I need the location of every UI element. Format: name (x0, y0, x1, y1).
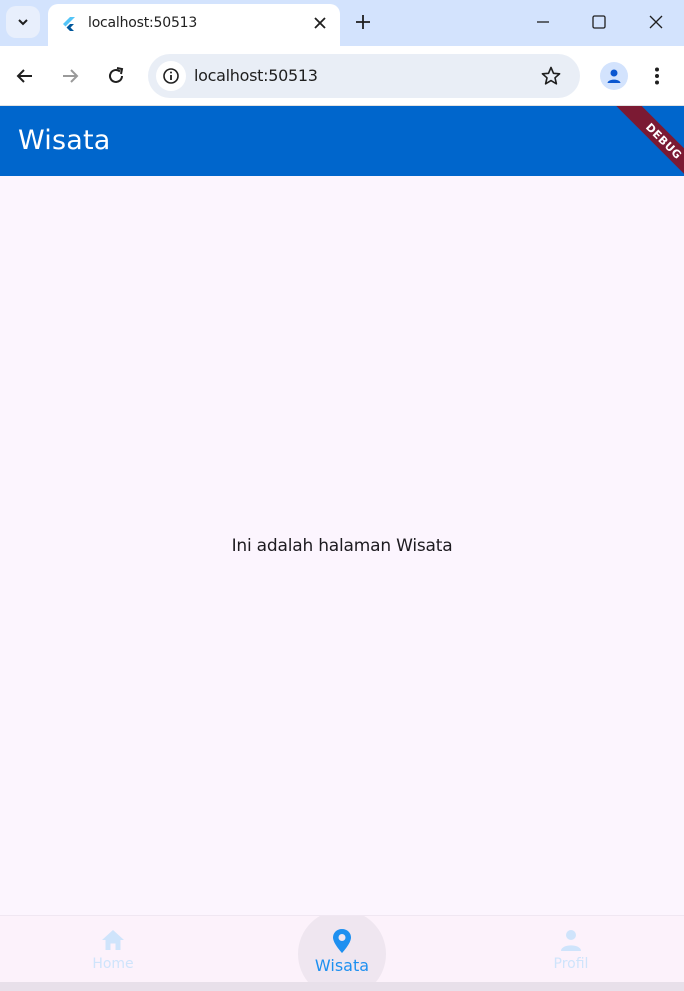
browser-toolbar: localhost:50513 (0, 46, 684, 106)
taskbar-edge (0, 982, 684, 991)
app-bar: Wisata DEBUG (0, 106, 684, 176)
chevron-down-icon (18, 19, 28, 26)
maximize-icon[interactable] (590, 13, 608, 31)
url-text: localhost:50513 (194, 66, 318, 85)
bottom-navigation-bar: Home Wisata Profil (0, 915, 684, 991)
browser-tab-strip: localhost:50513 (0, 0, 684, 46)
flutter-logo-icon (63, 17, 75, 31)
nav-item-wisata[interactable]: Wisata (282, 916, 402, 991)
location-pin-icon (333, 929, 351, 953)
debug-banner: DEBUG (615, 106, 684, 176)
close-icon[interactable] (312, 15, 328, 31)
nav-label-wisata: Wisata (314, 956, 370, 975)
more-menu-icon[interactable] (646, 65, 668, 87)
address-bar[interactable]: localhost:50513 (148, 54, 580, 98)
page-title: Wisata (18, 125, 111, 156)
forward-arrow-icon[interactable] (59, 65, 81, 87)
tab-title: localhost:50513 (88, 15, 198, 31)
avatar-icon (607, 69, 621, 83)
nav-label-profil: Profil (553, 956, 589, 972)
profile-button[interactable] (600, 62, 628, 90)
home-icon (102, 930, 124, 950)
tab-search-button[interactable] (6, 6, 40, 38)
browser-tab[interactable]: localhost:50513 (48, 4, 340, 46)
bookmark-star-icon[interactable] (540, 65, 562, 87)
page-content-text: Ini adalah halaman Wisata (231, 536, 453, 556)
new-tab-icon[interactable] (354, 13, 372, 31)
info-icon (163, 68, 179, 84)
page-body: Ini adalah halaman Wisata (0, 176, 684, 916)
window-close-icon[interactable] (647, 13, 665, 31)
minimize-icon[interactable] (534, 13, 552, 31)
person-icon (561, 930, 581, 951)
back-arrow-icon[interactable] (14, 65, 36, 87)
nav-item-home[interactable]: Home (53, 916, 173, 991)
nav-label-home: Home (92, 956, 134, 972)
nav-item-profil[interactable]: Profil (511, 916, 631, 991)
reload-icon[interactable] (105, 65, 127, 87)
site-info-button[interactable] (156, 61, 186, 91)
